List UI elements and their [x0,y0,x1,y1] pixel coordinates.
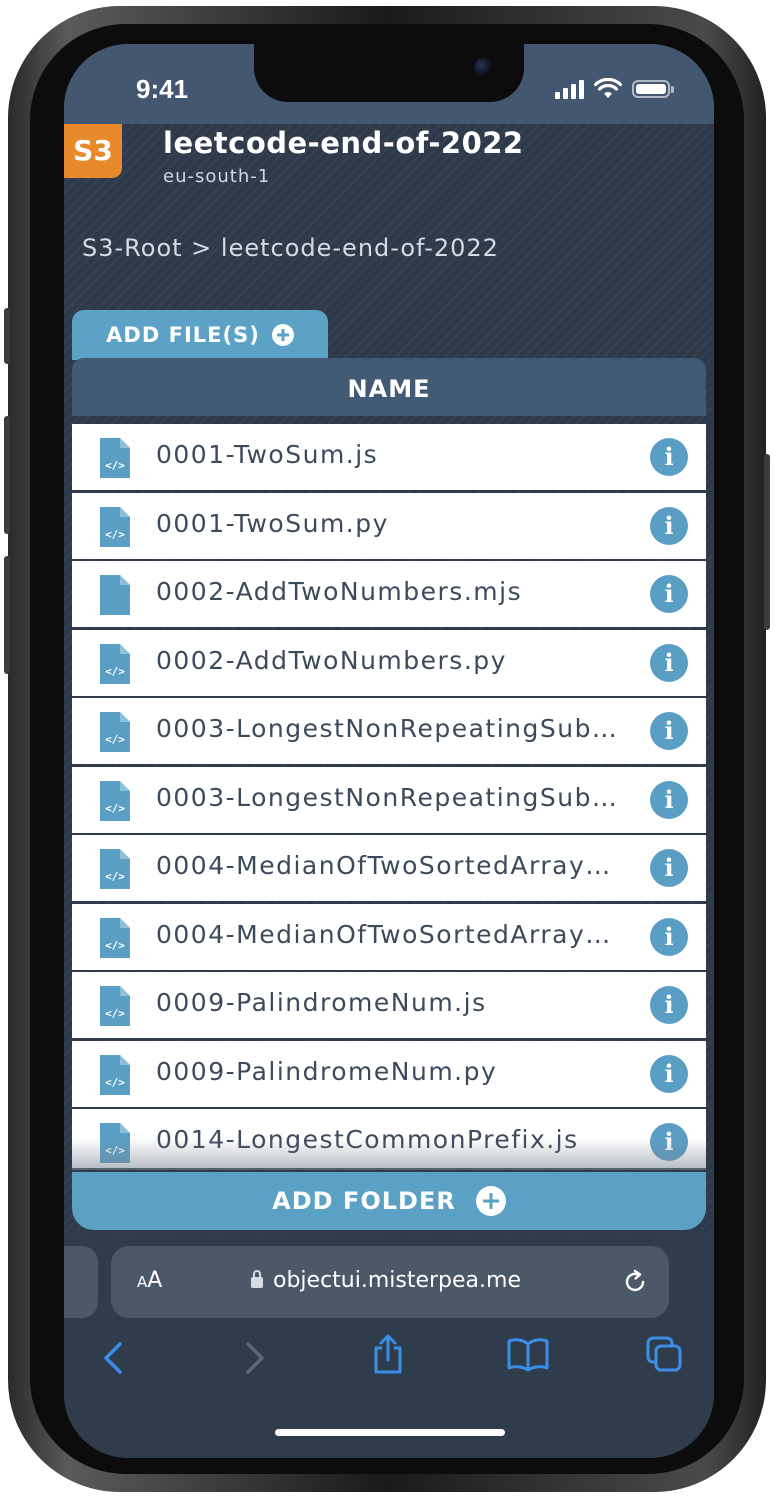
info-button[interactable]: i [650,575,688,613]
browser-toolbar [64,1330,714,1390]
bucket-region: eu-south-1 [163,166,271,187]
battery-icon [632,80,674,98]
text-size-button[interactable]: AA [137,1268,162,1293]
bookmarks-icon[interactable] [506,1336,550,1372]
info-button[interactable]: i [650,712,688,750]
code-file-icon: </> [100,506,130,547]
file-icon [100,575,130,615]
info-button[interactable]: i [650,438,688,476]
forward-icon[interactable] [240,1338,268,1378]
file-row[interactable]: </> 0003-LongestNonRepeatingSub… i [72,698,706,764]
file-name[interactable]: 0003-LongestNonRepeatingSub… [156,714,630,743]
info-button[interactable]: i [650,780,688,819]
code-file-icon: </> [100,917,130,958]
phone-screen: 9:41 S3 leetcode-end-of-2022 eu-south-1 … [64,44,714,1458]
file-row[interactable]: </> 0001-TwoSum.js i [72,424,706,490]
url-display: objectui.misterpea.me [251,1268,521,1293]
svg-text:</>: </> [105,870,125,883]
safari-chrome: AA objectui.misterpea.me [64,1234,714,1458]
info-button[interactable]: i [650,986,688,1024]
file-row[interactable]: </> 0009-PalindromeNum.js i [72,972,706,1038]
list-fade [72,1138,706,1170]
file-name[interactable]: 0009-PalindromeNum.js [156,988,630,1017]
info-button[interactable]: i [650,917,688,956]
file-name[interactable]: 0004-MedianOfTwoSortedArray… [156,920,630,949]
file-name[interactable]: 0004-MedianOfTwoSortedArray… [156,851,630,880]
reload-icon[interactable] [621,1268,649,1296]
name-column-header[interactable]: NAME [72,358,706,416]
code-file-icon: </> [100,643,130,684]
address-bar[interactable]: AA objectui.misterpea.me [111,1246,669,1318]
code-file-icon: </> [100,712,130,752]
plus-circle-icon [271,324,294,346]
code-file-icon: </> [100,986,130,1026]
svg-text:</>: </> [105,528,125,541]
info-button[interactable]: i [650,849,688,887]
svg-text:</>: </> [105,733,125,746]
svg-text:</>: </> [105,802,125,815]
url-text[interactable]: objectui.misterpea.me [273,1268,521,1293]
signal-icon [555,79,584,99]
tabs-icon[interactable] [644,1334,684,1374]
file-name[interactable]: 0009-PalindromeNum.py [156,1057,630,1086]
status-time: 9:41 [136,74,189,104]
file-list[interactable]: </> 0001-TwoSum.js i </> 0001-TwoSum.py i 0002… [72,424,706,1168]
file-row[interactable]: </> 0004-MedianOfTwoSortedArray… i [72,835,706,901]
svg-text:</>: </> [105,939,125,952]
previous-tab-peek[interactable] [64,1246,98,1318]
file-row[interactable]: 0002-AddTwoNumbers.mjs i [72,561,706,627]
home-indicator[interactable] [275,1429,505,1436]
status-bar: 9:41 [64,44,714,124]
code-file-icon: </> [100,438,130,478]
mute-switch [4,308,10,364]
file-name[interactable]: 0003-LongestNonRepeatingSub… [156,783,630,812]
info-button[interactable]: i [650,1054,688,1093]
svg-text:</>: </> [105,1007,125,1020]
file-row[interactable]: </> 0002-AddTwoNumbers.py i [72,629,706,696]
back-icon[interactable] [100,1338,128,1378]
code-file-icon: </> [100,780,130,821]
volume-up-button [4,416,10,534]
add-files-label: ADD FILE(S) [106,323,260,347]
file-name[interactable]: 0002-AddTwoNumbers.py [156,646,630,675]
add-files-button[interactable]: ADD FILE(S) [72,310,328,360]
add-folder-button[interactable]: ADD FOLDER [72,1172,706,1230]
file-row[interactable]: </> 0004-MedianOfTwoSortedArray… i [72,903,706,970]
file-name[interactable]: 0001-TwoSum.js [156,440,630,469]
svg-text:</>: </> [105,459,125,472]
bucket-title: leetcode-end-of-2022 [163,126,524,160]
file-row[interactable]: </> 0003-LongestNonRepeatingSub… i [72,766,706,833]
info-button[interactable]: i [650,506,688,545]
status-icons [555,77,674,101]
file-name[interactable]: 0001-TwoSum.py [156,509,630,538]
code-file-icon: </> [100,849,130,889]
breadcrumb[interactable]: S3-Root > leetcode-end-of-2022 [82,234,499,262]
info-button[interactable]: i [650,643,688,682]
power-button [764,454,770,630]
svg-text:</>: </> [105,665,125,678]
file-row[interactable]: </> 0009-PalindromeNum.py i [72,1040,706,1107]
lock-icon [251,1270,263,1288]
camera-icon [474,58,492,76]
svg-text:</>: </> [105,1076,125,1089]
volume-down-button [4,556,10,674]
plus-circle-icon [475,1186,506,1216]
notch [254,44,524,102]
file-row[interactable]: </> 0001-TwoSum.py i [72,492,706,559]
file-name[interactable]: 0002-AddTwoNumbers.mjs [156,577,630,606]
add-folder-label: ADD FOLDER [272,1187,456,1215]
s3-logo: S3 [64,124,122,178]
code-file-icon: </> [100,1054,130,1095]
wifi-icon [594,78,622,98]
share-icon[interactable] [370,1332,406,1376]
